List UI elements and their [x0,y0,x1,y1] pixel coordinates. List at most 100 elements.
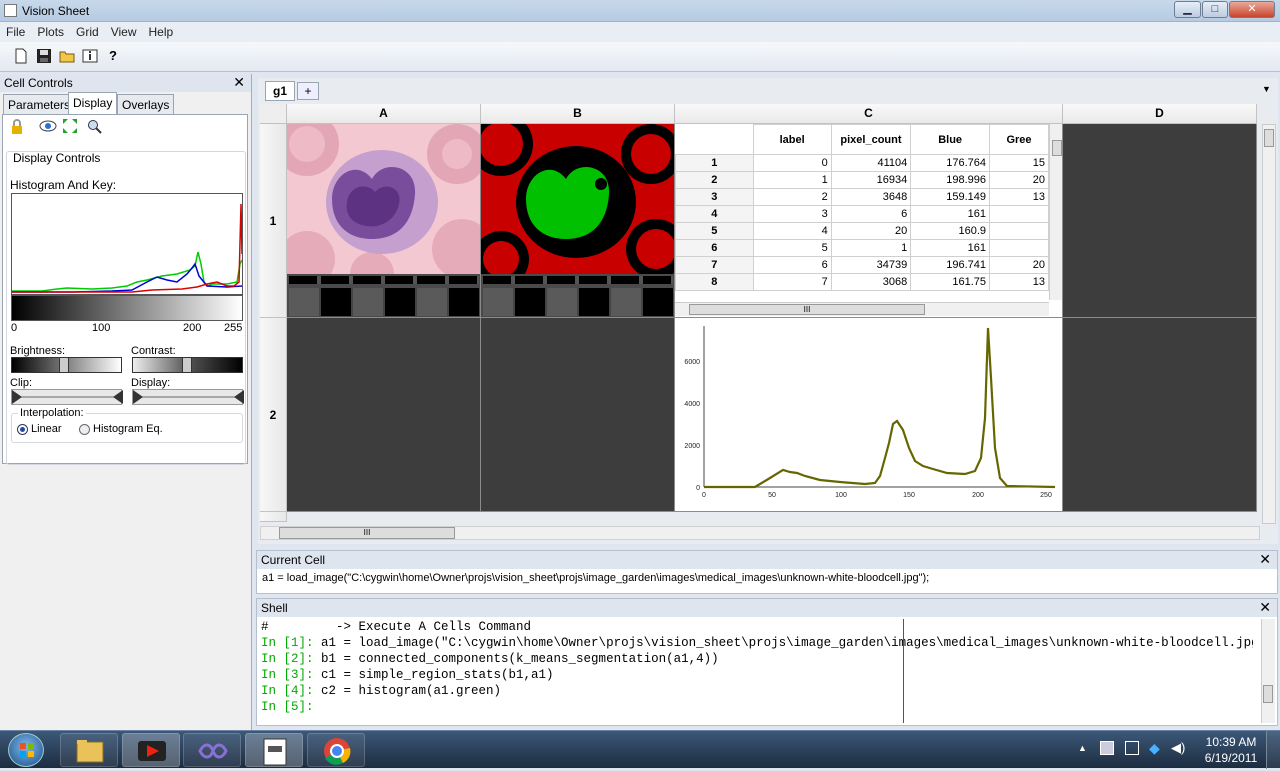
volume-icon[interactable]: ◀) [1171,740,1185,756]
dropbox-icon[interactable]: ◆ [1149,740,1160,757]
add-sheet-button[interactable]: + [297,82,319,100]
table-row[interactable]: 1 0 41104 176.764 15 [675,154,1049,172]
table-vertical-scrollbar[interactable] [1049,124,1062,300]
menu-grid[interactable]: Grid [70,22,105,39]
chrome-taskbar-icon[interactable] [307,733,365,767]
x-tick-50: 50 [768,492,776,499]
minimize-button[interactable]: ▁ [1174,1,1201,18]
table-horizontal-scrollbar[interactable]: III [675,302,1049,316]
tab-display[interactable]: Display [68,92,118,114]
close-button[interactable]: ✕ [1229,1,1275,18]
tab-overlays[interactable]: Overlays [117,94,175,114]
histogram-eq-radio[interactable] [79,424,90,435]
info-icon[interactable] [82,48,98,64]
table-header-label[interactable]: label [752,124,832,155]
linear-radio[interactable] [17,424,28,435]
menu-view[interactable]: View [105,22,143,39]
vision-sheet-taskbar-icon[interactable] [245,733,303,767]
thumbnail-strip-a1 [287,274,480,317]
row-header-3[interactable] [260,512,287,522]
fit-icon[interactable] [62,118,78,137]
column-header-b[interactable]: B [481,104,675,124]
table-row[interactable]: 8 7 3068 161.75 13 [675,273,1049,291]
show-desktop-button[interactable] [1266,731,1280,769]
save-icon[interactable] [36,48,52,64]
app-icon [4,4,17,17]
table-row[interactable]: 5 4 20 160.9 [675,222,1049,240]
display-range-slider[interactable] [132,389,244,405]
shell-code: b1 = connected_components(k_means_segmen… [313,652,719,666]
lock-icon[interactable] [9,119,25,138]
table-header-pixel-count[interactable]: pixel_count [830,124,912,155]
eye-icon[interactable] [39,120,57,135]
shell-vertical-scrollbar[interactable] [1261,619,1275,723]
cell-d2[interactable] [1063,318,1257,512]
table-row[interactable]: 6 5 1 161 [675,239,1049,257]
y-tick-6000: 6000 [684,359,700,366]
column-header-d[interactable]: D [1063,104,1257,124]
row-header-2[interactable]: 2 [260,318,287,512]
column-header-a[interactable]: A [287,104,481,124]
media-taskbar-icon[interactable] [122,733,180,767]
close-icon[interactable]: ✕ [1259,551,1271,568]
contrast-handle[interactable] [182,357,192,373]
network-icon[interactable] [1125,741,1139,755]
clock-time[interactable]: 10:39 AM [1203,735,1259,749]
menu-help[interactable]: Help [143,22,180,39]
cell-d1[interactable] [1063,124,1257,318]
close-icon[interactable]: ✕ [233,74,245,91]
start-button[interactable] [8,733,44,767]
help-icon[interactable]: ? [105,48,121,64]
show-hidden-icons[interactable]: ▲ [1078,743,1087,753]
gray-scale-key [11,295,243,321]
sheet-menu-icon[interactable]: ▼ [1262,84,1271,94]
open-icon[interactable] [59,48,75,64]
close-icon[interactable]: ✕ [1259,599,1271,616]
y-tick-0: 0 [696,485,700,492]
cell-a2[interactable] [287,318,481,512]
green-histogram-chart: 6000 4000 2000 0 0 50 100 150 200 250 [684,326,1056,499]
cell-c1[interactable]: label pixel_count Blue Gree 1 0 41104 176.7… [675,124,1063,318]
shell-code: a1 = load_image("C:\cygwin\home\Owner\pr… [313,636,1253,650]
clock-date[interactable]: 6/19/2011 [1203,751,1259,765]
table-row[interactable]: 4 3 6 161 [675,205,1049,223]
zoom-icon[interactable] [87,119,103,138]
table-row[interactable]: 3 2 3648 159.149 13 [675,188,1049,206]
cell-b2[interactable] [481,318,675,512]
clip-label: Clip: [10,377,33,389]
scale-200: 200 [183,322,202,334]
clip-range-slider[interactable] [11,389,123,405]
tab-parameters[interactable]: Parameters [3,94,76,114]
row-header-1[interactable]: 1 [260,124,287,318]
grid-vertical-scrollbar[interactable] [1262,124,1276,524]
sheet-tab-g1[interactable]: g1 [265,81,295,101]
table-row[interactable]: 2 1 16934 198.996 20 [675,171,1049,189]
contrast-slider[interactable] [132,357,243,373]
current-cell-header: Current Cell ✕ [257,551,1277,569]
column-header-c[interactable]: C [675,104,1063,124]
current-cell-input[interactable]: a1 = load_image("C:\cygwin\home\Owner\pr… [262,572,929,584]
grid-horizontal-scrollbar[interactable]: III [260,526,1260,540]
corner-header[interactable] [260,104,287,124]
table-row[interactable]: 7 6 34739 196.741 20 [675,256,1049,274]
taskbar: ▲ ◆ ◀) 10:39 AM 6/19/2011 [0,730,1280,769]
shell-console[interactable]: # -> Execute A Cells Command In [1]: a1 =… [261,619,1253,723]
maximize-button[interactable]: □ [1202,1,1228,18]
menu-plots[interactable]: Plots [31,22,70,39]
visual-studio-taskbar-icon[interactable] [183,733,241,767]
table-header-green[interactable]: Gree [989,124,1049,155]
menu-file[interactable]: File [0,22,31,39]
histogram-eq-label: Histogram Eq. [93,423,163,435]
window-title: Vision Sheet [22,4,90,18]
title-bar: Vision Sheet ▁ □ ✕ [0,0,1280,22]
action-center-icon[interactable] [1100,741,1114,755]
y-tick-4000: 4000 [684,401,700,408]
new-icon[interactable] [13,48,29,64]
brightness-slider[interactable] [11,357,122,373]
explorer-taskbar-icon[interactable] [60,733,118,767]
cell-a1[interactable] [287,124,481,318]
brightness-handle[interactable] [59,357,69,373]
cell-c2[interactable]: 6000 4000 2000 0 0 50 100 150 200 250 [675,318,1063,512]
cell-b1[interactable] [481,124,675,318]
table-header-blue[interactable]: Blue [910,124,990,155]
